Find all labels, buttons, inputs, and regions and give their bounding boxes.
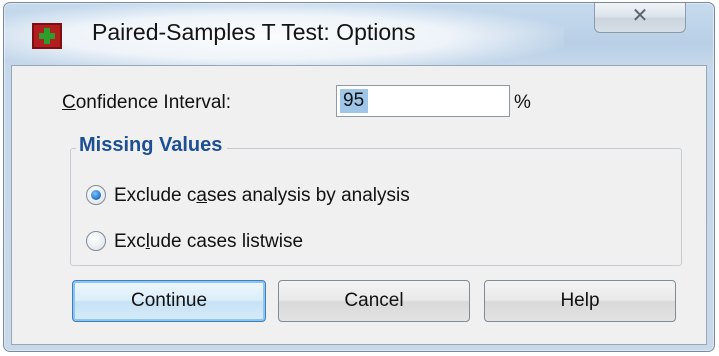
title-bar[interactable]: Paired-Samples T Test: Options ✕ <box>4 3 714 65</box>
confidence-interval-input[interactable]: 95 <box>336 85 510 117</box>
window-title: Paired-Samples T Test: Options <box>92 19 416 45</box>
radio-label-listwise[interactable]: Exclude cases listwise <box>114 229 303 255</box>
radio-label-analysis-by-analysis[interactable]: Exclude cases analysis by analysis <box>114 183 410 209</box>
spss-grid-icon <box>32 23 62 49</box>
dialog-body: Confidence Interval: 95 % Missing Values… <box>11 65 707 345</box>
help-button[interactable]: Help <box>484 280 676 322</box>
radio-button-unselected[interactable] <box>86 231 106 251</box>
mnemonic-a: a <box>196 185 207 206</box>
label-part: Exc <box>114 231 146 252</box>
label-part: ude cases listwise <box>149 231 304 252</box>
confidence-label-rest: onfidence Interval: <box>75 92 231 113</box>
close-icon: ✕ <box>631 5 649 27</box>
continue-button[interactable]: Continue <box>72 280 266 322</box>
label-part: Exclude c <box>114 185 197 206</box>
radio-dot-icon <box>91 190 101 200</box>
confidence-interval-value[interactable]: 95 <box>340 89 369 113</box>
mnemonic-c: C <box>62 92 76 113</box>
confidence-interval-label: Confidence Interval: <box>62 92 231 114</box>
radio-button-selected[interactable] <box>86 185 106 205</box>
close-button[interactable]: ✕ <box>594 3 686 33</box>
options-dialog: Paired-Samples T Test: Options ✕ Confide… <box>3 2 715 352</box>
label-part: ses analysis by analysis <box>206 185 410 206</box>
missing-values-legend: Missing Values <box>76 134 228 157</box>
percent-unit: % <box>514 92 531 113</box>
cancel-button[interactable]: Cancel <box>278 280 470 322</box>
